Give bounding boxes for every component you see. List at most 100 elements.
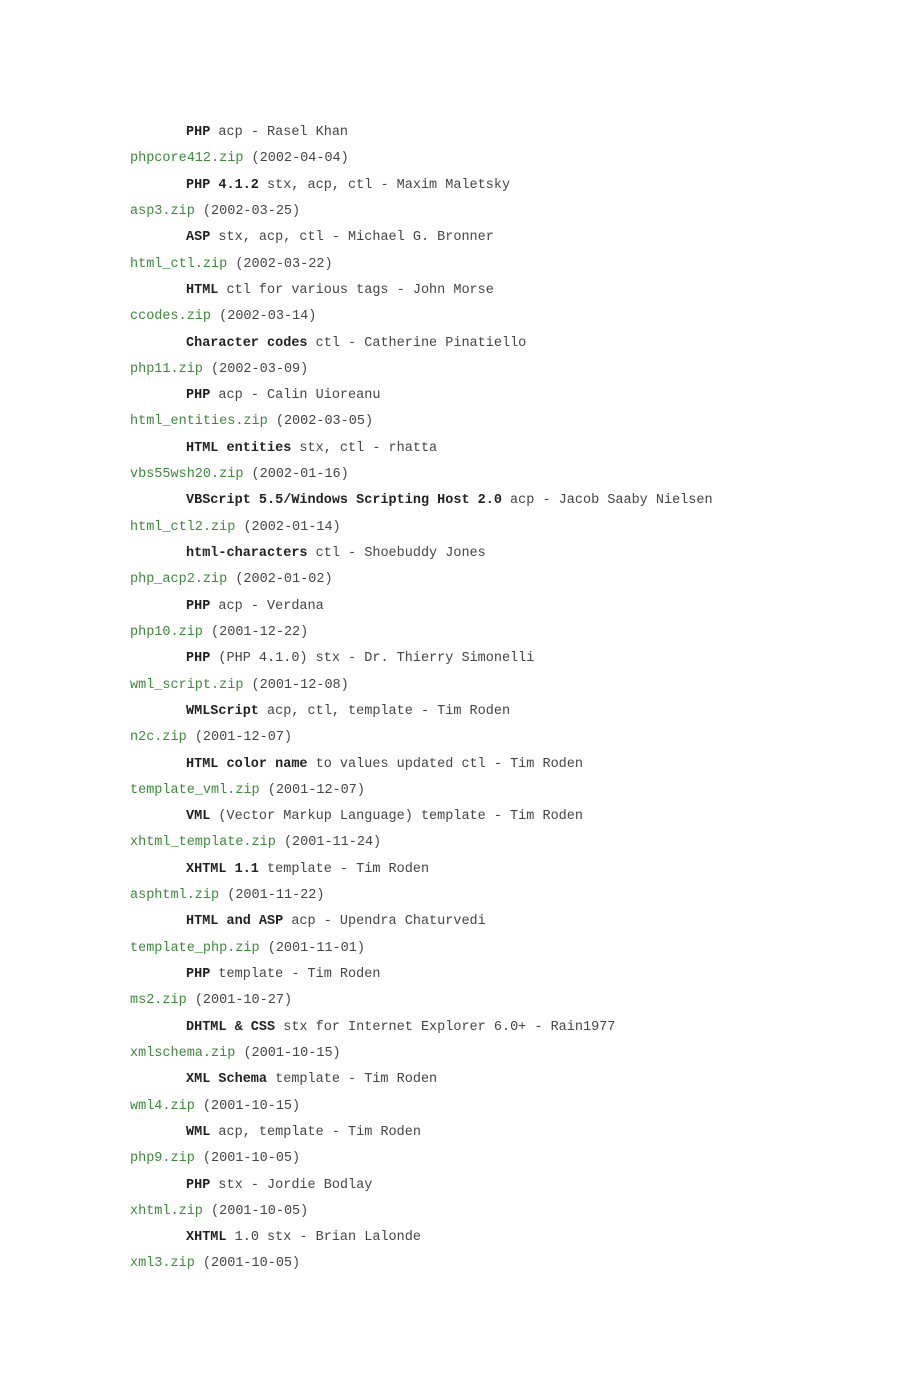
file-link[interactable]: php10.zip — [130, 625, 203, 640]
list-item: vbs55wsh20.zip (2002-01-16) — [130, 462, 800, 488]
file-date: (2001-10-05) — [211, 1204, 308, 1219]
file-date: (2001-12-08) — [252, 678, 349, 693]
file-link[interactable]: xml3.zip — [130, 1256, 195, 1271]
entry-meta: acp - Jacob Saaby Nielsen — [502, 493, 713, 508]
list-item: html_ctl.zip (2002-03-22) — [130, 252, 800, 278]
list-item: phpcore412.zip (2002-04-04) — [130, 146, 800, 172]
file-link[interactable]: template_php.zip — [130, 941, 260, 956]
list-item: ccodes.zip (2002-03-14) — [130, 304, 800, 330]
entry-meta: template - Tim Roden — [259, 862, 429, 877]
entry-title: VML — [186, 809, 210, 824]
list-item: wml4.zip (2001-10-15) — [130, 1094, 800, 1120]
list-item-desc: html-characters ctl - Shoebuddy Jones — [130, 541, 800, 567]
file-link[interactable]: php9.zip — [130, 1151, 195, 1166]
entry-meta: acp - Verdana — [210, 599, 323, 614]
list-item-desc: HTML ctl for various tags - John Morse — [130, 278, 800, 304]
file-link[interactable]: wml4.zip — [130, 1099, 195, 1114]
list-item: php11.zip (2002-03-09) — [130, 357, 800, 383]
file-date: (2001-11-22) — [227, 888, 324, 903]
list-item-desc: PHP (PHP 4.1.0) stx - Dr. Thierry Simone… — [130, 646, 800, 672]
entry-meta: stx, acp, ctl - Maxim Maletsky — [259, 178, 510, 193]
file-link[interactable]: html_ctl.zip — [130, 257, 227, 272]
entry-title: XHTML 1.1 — [186, 862, 259, 877]
entry-title: Character codes — [186, 336, 308, 351]
list-item-desc: Character codes ctl - Catherine Pinatiel… — [130, 331, 800, 357]
file-date: (2002-01-16) — [252, 467, 349, 482]
file-date: (2002-01-14) — [243, 520, 340, 535]
entry-title: HTML — [186, 283, 218, 298]
entry-meta: 1.0 stx - Brian Lalonde — [227, 1230, 421, 1245]
list-item-desc: HTML color name to values updated ctl - … — [130, 752, 800, 778]
list-item: xhtml.zip (2001-10-05) — [130, 1199, 800, 1225]
list-item: php_acp2.zip (2002-01-02) — [130, 567, 800, 593]
list-item: php10.zip (2001-12-22) — [130, 620, 800, 646]
entry-title: PHP — [186, 125, 210, 140]
file-link[interactable]: ccodes.zip — [130, 309, 211, 324]
file-link[interactable]: asphtml.zip — [130, 888, 219, 903]
file-link[interactable]: asp3.zip — [130, 204, 195, 219]
list-item: xhtml_template.zip (2001-11-24) — [130, 830, 800, 856]
file-link[interactable]: n2c.zip — [130, 730, 187, 745]
entry-meta: acp, ctl, template - Tim Roden — [259, 704, 510, 719]
list-item: template_vml.zip (2001-12-07) — [130, 778, 800, 804]
file-link[interactable]: php11.zip — [130, 362, 203, 377]
entry-title: PHP 4.1.2 — [186, 178, 259, 193]
list-item-desc: VML (Vector Markup Language) template - … — [130, 804, 800, 830]
entry-meta: (Vector Markup Language) template - Tim … — [210, 809, 583, 824]
file-date: (2002-04-04) — [252, 151, 349, 166]
file-link[interactable]: xmlschema.zip — [130, 1046, 235, 1061]
file-date: (2001-10-27) — [195, 993, 292, 1008]
entry-title: WML — [186, 1125, 210, 1140]
entry-title: WMLScript — [186, 704, 259, 719]
list-item-desc: HTML and ASP acp - Upendra Chaturvedi — [130, 909, 800, 935]
entry-meta: template - Tim Roden — [210, 967, 380, 982]
list-item-desc: ASP stx, acp, ctl - Michael G. Bronner — [130, 225, 800, 251]
file-link[interactable]: vbs55wsh20.zip — [130, 467, 243, 482]
entry-meta: stx, ctl - rhatta — [291, 441, 437, 456]
file-link[interactable]: wml_script.zip — [130, 678, 243, 693]
file-date: (2001-12-07) — [195, 730, 292, 745]
entry-title: html-characters — [186, 546, 308, 561]
file-link[interactable]: php_acp2.zip — [130, 572, 227, 587]
file-link[interactable]: xhtml_template.zip — [130, 835, 276, 850]
file-link[interactable]: phpcore412.zip — [130, 151, 243, 166]
list-item: html_entities.zip (2002-03-05) — [130, 409, 800, 435]
list-item: asphtml.zip (2001-11-22) — [130, 883, 800, 909]
list-item-desc: WMLScript acp, ctl, template - Tim Roden — [130, 699, 800, 725]
list-item-desc: PHP stx - Jordie Bodlay — [130, 1173, 800, 1199]
list-item: n2c.zip (2001-12-07) — [130, 725, 800, 751]
file-date: (2002-03-25) — [203, 204, 300, 219]
entry-meta: to values updated ctl - Tim Roden — [308, 757, 583, 772]
entry-title: ASP — [186, 230, 210, 245]
entry-meta: acp, template - Tim Roden — [210, 1125, 421, 1140]
list-item: xmlschema.zip (2001-10-15) — [130, 1041, 800, 1067]
file-date: (2001-10-05) — [203, 1151, 300, 1166]
entry-meta: stx, acp, ctl - Michael G. Bronner — [210, 230, 494, 245]
list-item-desc: PHP template - Tim Roden — [130, 962, 800, 988]
entry-meta: template - Tim Roden — [267, 1072, 437, 1087]
file-link[interactable]: ms2.zip — [130, 993, 187, 1008]
file-date: (2001-10-15) — [203, 1099, 300, 1114]
file-date: (2001-10-05) — [203, 1256, 300, 1271]
entry-title: PHP — [186, 967, 210, 982]
entry-title: HTML entities — [186, 441, 291, 456]
entry-title: XHTML — [186, 1230, 227, 1245]
file-date: (2002-01-02) — [235, 572, 332, 587]
entry-title: XML Schema — [186, 1072, 267, 1087]
file-link[interactable]: xhtml.zip — [130, 1204, 203, 1219]
entry-title: VBScript 5.5/Windows Scripting Host 2.0 — [186, 493, 502, 508]
file-date: (2001-12-07) — [268, 783, 365, 798]
list-item: wml_script.zip (2001-12-08) — [130, 673, 800, 699]
file-link[interactable]: html_entities.zip — [130, 414, 268, 429]
entry-title: HTML color name — [186, 757, 308, 772]
list-item-desc: XHTML 1.0 stx - Brian Lalonde — [130, 1225, 800, 1251]
list-item-desc: XML Schema template - Tim Roden — [130, 1067, 800, 1093]
list-item-desc: PHP acp - Calin Uioreanu — [130, 383, 800, 409]
list-item: xml3.zip (2001-10-05) — [130, 1251, 800, 1277]
file-date: (2001-10-15) — [243, 1046, 340, 1061]
entry-meta: acp - Upendra Chaturvedi — [283, 914, 486, 929]
file-link[interactable]: template_vml.zip — [130, 783, 260, 798]
file-link[interactable]: html_ctl2.zip — [130, 520, 235, 535]
entry-title: PHP — [186, 1178, 210, 1193]
file-date: (2002-03-14) — [219, 309, 316, 324]
